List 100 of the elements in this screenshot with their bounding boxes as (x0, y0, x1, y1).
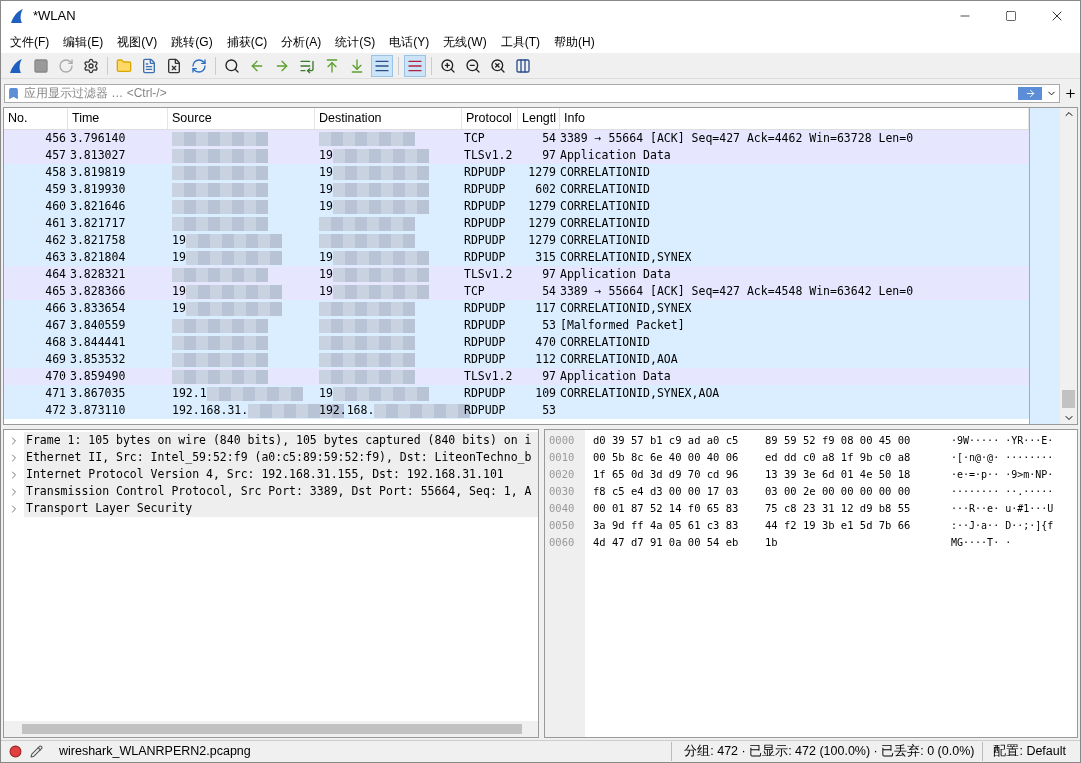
menu-item[interactable]: 文件(F) (5, 33, 55, 51)
blurred-address-icon (319, 369, 415, 384)
packet-row[interactable]: 468 3.844441 RDPUDP 470 CORRELATIONID (4, 334, 1029, 351)
packet-row[interactable]: 459 3.819930 19 RDPUDP 602 CORRELATIONID (4, 181, 1029, 198)
scrollbar-thumb[interactable] (1062, 390, 1075, 408)
table-cell-text: 192.168.31. (172, 401, 249, 419)
menu-item[interactable]: 分析(A) (276, 33, 327, 51)
table-cell-text: 19 (319, 384, 333, 402)
byte-offset: 0000 (548, 433, 576, 448)
column-header[interactable]: Time (68, 108, 168, 129)
packet-minimap[interactable] (1029, 108, 1060, 424)
table-cell-text: [Malformed Packet] (560, 316, 685, 334)
table-cell-text: 19 (319, 163, 333, 181)
blurred-address-icon (319, 301, 415, 316)
packet-row[interactable]: 460 3.821646 19 RDPUDP 1279 CORRELATIONID (4, 198, 1029, 215)
blurred-address-icon (172, 369, 268, 384)
toolbar-button[interactable] (371, 54, 393, 77)
packet-row[interactable]: 472 3.873110 192.168.31. 192.168. RDPUDP 53 (4, 402, 1029, 419)
column-header[interactable]: Lengtl (518, 108, 560, 129)
table-cell-text: CORRELATIONID (560, 333, 650, 351)
table-cell-text: CORRELATIONID,SYNEX (560, 299, 692, 317)
packet-row[interactable]: 462 3.821758 19 RDPUDP 1279 CORRELATIONID (4, 232, 1029, 249)
packet-row[interactable]: 457 3.813027 19 TLSv1.2 97 Application Data (4, 147, 1029, 164)
menu-item[interactable]: 编辑(E) (58, 33, 109, 51)
shark-fin-icon (9, 8, 25, 24)
packet-row[interactable]: 456 3.796140 TCP 54 3389 → 55664 [ACK] Seq=427 Ack=4462 Win=63728 Len=0 (4, 130, 1029, 147)
hex-bytes: 00 01 87 52 14 f0 65 83 (593, 501, 740, 516)
table-cell-text: 3.840559 (69, 316, 127, 334)
add-filter-icon[interactable] (1064, 86, 1077, 100)
packet-row[interactable]: 469 3.853532 RDPUDP 112 CORRELATIONID,AOA (4, 351, 1029, 368)
packet-row[interactable]: 466 3.833654 19 RDPUDP 117 CORRELATIONID,SYNEX (4, 300, 1029, 317)
filter-bar[interactable]: 应用显示过滤器 … <Ctrl-/> (4, 83, 1060, 103)
scrollbar[interactable] (1060, 108, 1077, 424)
menu-item[interactable]: 跳转(G) (166, 33, 218, 51)
table-cell-text: 1279 (527, 197, 557, 215)
packet-row[interactable]: 470 3.859490 TLSv1.2 97 Application Data (4, 368, 1029, 385)
table-cell-text: CORRELATIONID,SYNEX,AOA (560, 384, 720, 402)
stop-icon (33, 57, 49, 74)
menu-item[interactable]: 帮助(H) (549, 33, 600, 51)
table-cell-text: 97 (541, 265, 557, 283)
table-cell-text: RDPUDP (463, 214, 507, 232)
table-cell-text: 462 (44, 231, 67, 249)
byte-offset: 0060 (548, 535, 576, 550)
table-cell-text: 97 (541, 146, 557, 164)
detail-item[interactable]: Frame 1: 105 bytes on wire (840 bits), 105 bytes captured (840 bits) on i (24, 432, 538, 449)
table-cell-text: 53 (541, 316, 557, 334)
last-packet-icon (349, 57, 365, 74)
filter-field[interactable]: 应用显示过滤器 … <Ctrl-/> (24, 84, 1018, 102)
table-cell-text: CORRELATIONID (560, 180, 650, 198)
menu-item[interactable]: 电话(Y) (384, 33, 435, 51)
table-cell-text: 3389 → 55664 [ACK] Seq=427 Ack=4548 Win=63642 Len=0 (560, 282, 914, 300)
packet-row[interactable]: 458 3.819819 19 RDPUDP 1279 CORRELATIONID (4, 164, 1029, 181)
table-cell-text: 3.828321 (69, 265, 127, 283)
menu-item[interactable]: 捕获(C) (221, 33, 273, 51)
table-cell-text: 3.819930 (69, 180, 127, 198)
column-header[interactable]: Protocol (462, 108, 518, 129)
column-header[interactable]: Source (168, 108, 315, 129)
ascii-text: ···R··e· u·#1···U (951, 502, 1054, 516)
table-cell-text: 3.821717 (69, 214, 127, 232)
table-cell-text: Application Data (560, 265, 671, 283)
table-cell-text: 463 (44, 248, 67, 266)
detail-item[interactable]: Transport Layer Security (24, 500, 538, 517)
restart-icon (58, 57, 74, 74)
blurred-address-icon (185, 284, 282, 299)
column-header[interactable]: No. (4, 108, 68, 129)
detail-item[interactable]: Ethernet II, Src: Intel_59:52:f9 (a0:c5:89:59:52:f9), Dst: LiteonTechno_b (24, 449, 538, 466)
table-cell-text: RDPUDP (463, 333, 507, 351)
menu-item[interactable]: 视图(V) (112, 33, 163, 51)
packet-row[interactable]: 465 3.828366 19 19 TCP 54 3389 → 55664 [ACK] Seq=427 Ack=4548 Win=63642 Len=0 (4, 283, 1029, 300)
menu-item[interactable]: 统计(S) (330, 33, 381, 51)
column-header[interactable]: Destination (315, 108, 462, 129)
search-icon (224, 57, 240, 74)
table-cell-text: 472 (44, 401, 67, 419)
blurred-address-icon (172, 318, 268, 333)
ascii-text: ·9W····· ·YR···E· (951, 434, 1054, 448)
bookmark-icon[interactable] (7, 86, 20, 100)
table-cell-text: 3.867035 (69, 384, 127, 402)
blurred-address-icon (172, 267, 268, 282)
byte-offset: 0010 (548, 450, 576, 465)
table-cell-text: 3.821804 (69, 248, 127, 266)
menu-item[interactable]: 工具(T) (495, 33, 545, 51)
detail-item[interactable]: Internet Protocol Version 4, Src: 192.168.31.155, Dst: 192.168.31.101 (24, 466, 538, 483)
horizontal-scrollbar[interactable] (4, 721, 538, 737)
ascii-text: :··J·a·· D··;·]{f (951, 519, 1054, 533)
table-cell-text: 456 (44, 129, 67, 147)
shark-fin-icon (8, 57, 24, 74)
table-cell-text: TLSv1.2 (463, 265, 514, 283)
apply-filter-button[interactable] (1018, 86, 1042, 100)
capture-file-name: wireshark_WLANRPERN2.pcapng (59, 743, 251, 761)
scrollbar-thumb[interactable] (22, 724, 522, 734)
packet-row[interactable]: 471 3.867035 192.1 19 RDPUDP 109 CORRELATIONID,SYNEX,AOA (4, 385, 1029, 402)
detail-item[interactable]: Transmission Control Protocol, Src Port: 3389, Dst Port: 55664, Seq: 1, A (24, 483, 538, 500)
packet-row[interactable]: 461 3.821717 RDPUDP 1279 CORRELATIONID (4, 215, 1029, 232)
packet-row[interactable]: 464 3.828321 19 TLSv1.2 97 Application Data (4, 266, 1029, 283)
table-cell-text: CORRELATIONID (560, 197, 650, 215)
packet-row[interactable]: 467 3.840559 RDPUDP 53 [Malformed Packet] (4, 317, 1029, 334)
table-cell-text: 3.859490 (69, 367, 127, 385)
menu-item[interactable]: 无线(W) (438, 33, 492, 51)
packet-row[interactable]: 463 3.821804 19 19 RDPUDP 315 CORRELATIONID,SYNEX (4, 249, 1029, 266)
table-cell-text: 109 (534, 384, 557, 402)
